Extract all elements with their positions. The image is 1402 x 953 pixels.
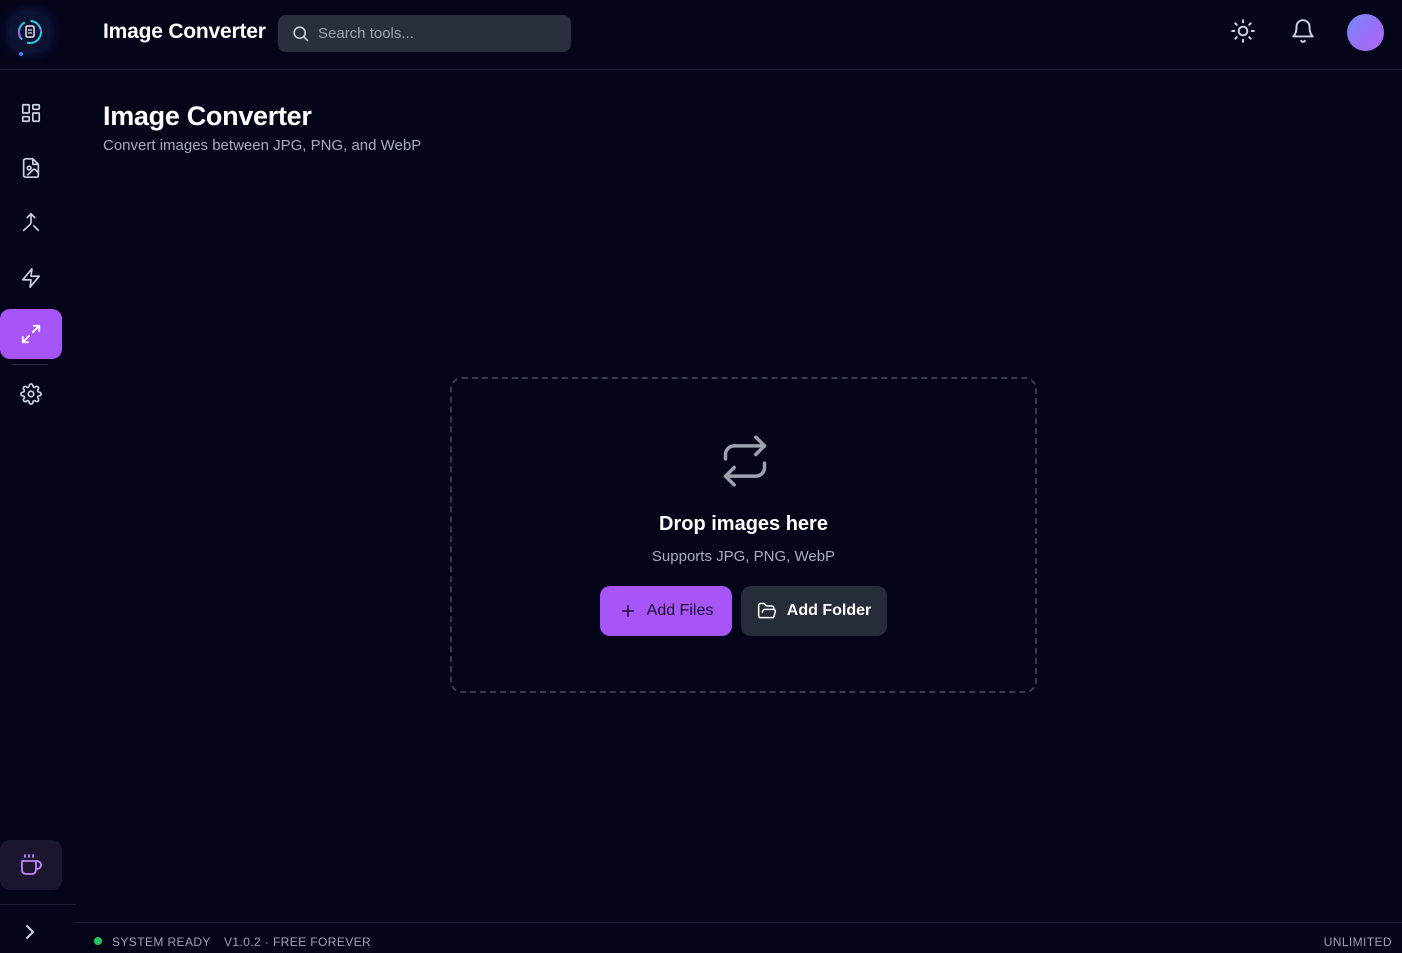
theme-toggle-button[interactable]: [1230, 18, 1256, 44]
sidebar-item-dashboard[interactable]: [0, 88, 62, 138]
zap-icon: [21, 268, 41, 288]
grid-icon: [21, 103, 41, 123]
repeat-icon: [723, 435, 767, 487]
system-status-text: SYSTEM READY: [112, 935, 211, 949]
sidebar-item-quick-actions[interactable]: [0, 253, 62, 303]
status-bar: SYSTEM READY V1.0.2 · FREE FOREVER UNLIM…: [76, 922, 1402, 953]
notifications-button[interactable]: [1290, 18, 1316, 44]
app-logo-icon[interactable]: [12, 14, 48, 50]
page-subtitle: Convert images between JPG, PNG, and Web…: [103, 137, 422, 154]
app-window: Image Converter Search tools... Image Co…: [0, 0, 1402, 953]
sun-icon: [1231, 19, 1255, 43]
add-files-button[interactable]: Add Files: [600, 586, 732, 636]
version-text: V1.0.2 · FREE FOREVER: [224, 935, 372, 949]
search-icon: [293, 26, 309, 42]
dropzone-title: Drop images here: [659, 513, 828, 535]
sidebar-divider-bottom: [0, 904, 76, 905]
coffee-icon: [21, 854, 42, 875]
sidebar-divider: [12, 364, 48, 365]
logo-status-dot: [19, 52, 23, 56]
top-header: Image Converter: [0, 0, 1402, 70]
sidebar-item-merge[interactable]: [0, 198, 62, 248]
dropzone-subtitle: Supports JPG, PNG, WebP: [651, 548, 836, 565]
add-folder-button[interactable]: Add Folder: [741, 586, 887, 636]
merge-icon: [22, 213, 40, 232]
add-files-label: Add Files: [646, 602, 714, 619]
avatar[interactable]: [1347, 14, 1384, 51]
support-coffee-button[interactable]: [0, 840, 62, 890]
chevron-right-icon: [26, 925, 34, 939]
sidebar-item-settings[interactable]: [0, 369, 62, 419]
file-dropzone[interactable]: Drop images here Supports JPG, PNG, WebP…: [450, 377, 1037, 693]
search-input[interactable]: [318, 15, 563, 52]
status-indicator-dot: [94, 937, 102, 945]
bell-icon: [1292, 19, 1314, 43]
plus-icon: [621, 605, 634, 617]
gear-icon: [20, 383, 42, 405]
sidebar-item-image-file[interactable]: [0, 143, 62, 193]
file-image-icon: [22, 158, 40, 178]
sidebar: [0, 70, 76, 953]
plan-text: UNLIMITED: [1323, 935, 1392, 949]
sidebar-item-resize[interactable]: [0, 309, 62, 359]
maximize-icon: [21, 324, 41, 344]
page-title: Image Converter: [103, 101, 312, 131]
sidebar-expand-button[interactable]: [18, 920, 42, 944]
app-title: Image Converter: [103, 20, 266, 43]
add-folder-label: Add Folder: [786, 602, 872, 619]
folder-open-icon: [757, 602, 776, 619]
search-bar[interactable]: [278, 15, 571, 52]
